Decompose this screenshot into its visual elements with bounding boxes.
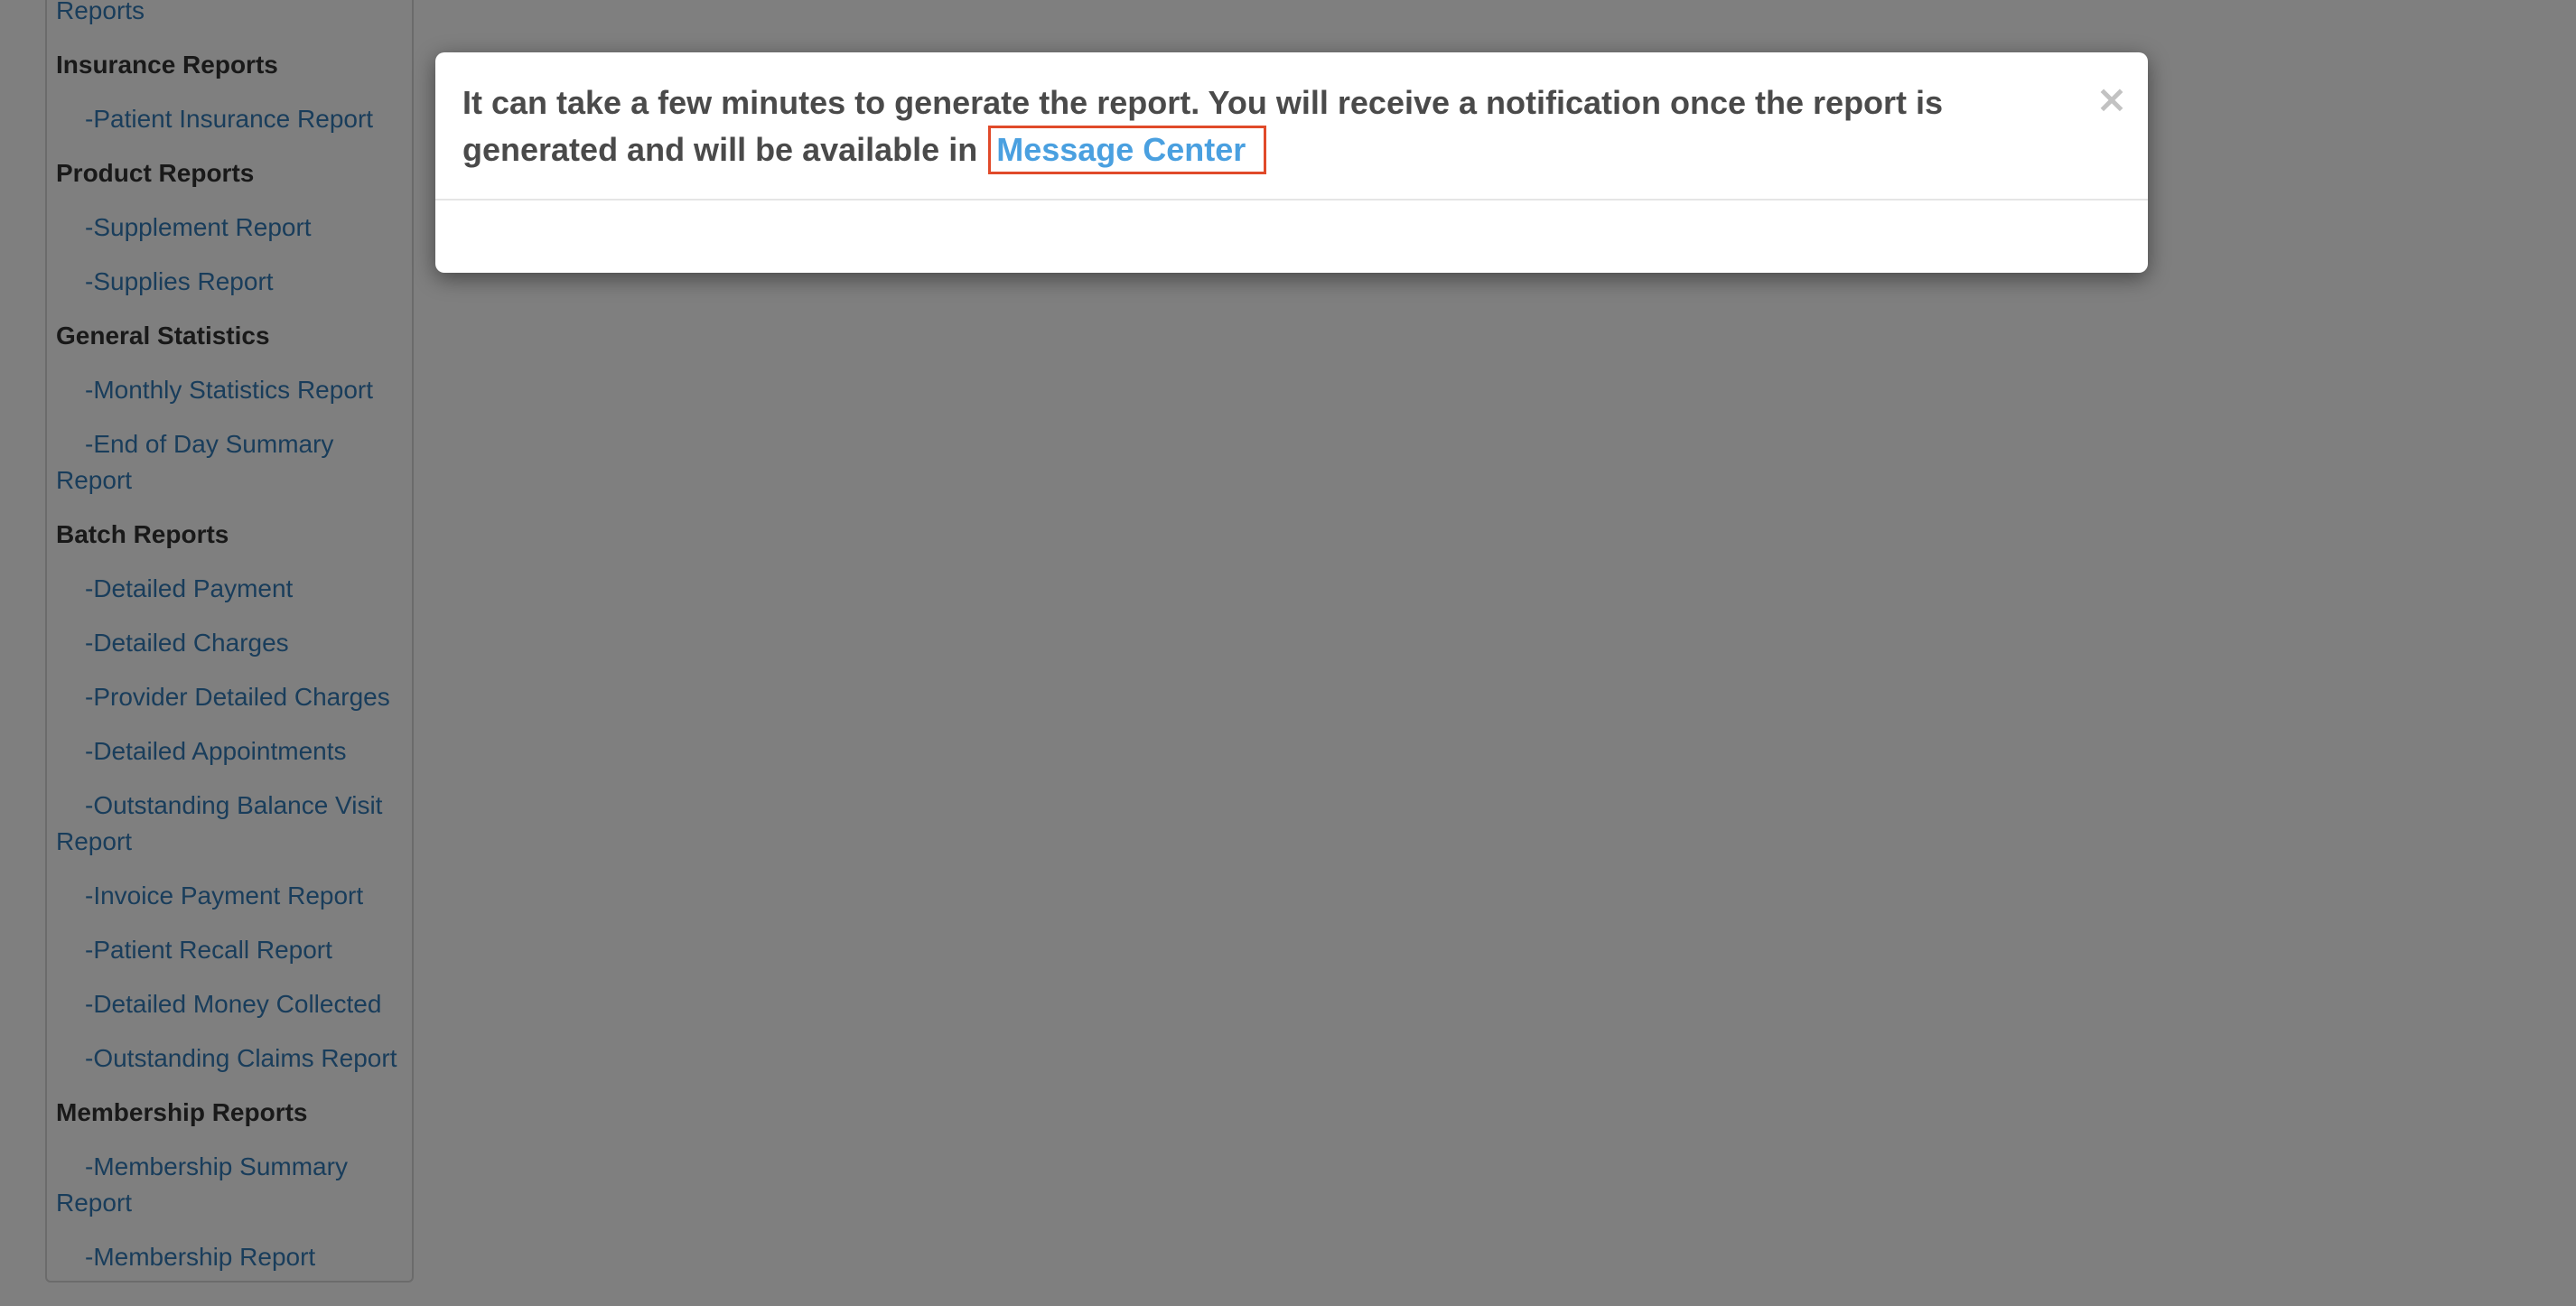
modal-body [435, 201, 2148, 273]
close-icon[interactable]: × [2092, 74, 2132, 125]
modal-message: It can take a few minutes to generate th… [462, 79, 2052, 174]
modal-header: It can take a few minutes to generate th… [435, 52, 2148, 201]
report-notification-modal: It can take a few minutes to generate th… [435, 52, 2148, 273]
reports-page: Reports Insurance Reports -Patient Insur… [0, 0, 2576, 1306]
message-center-link[interactable]: Message Center [988, 126, 1267, 174]
